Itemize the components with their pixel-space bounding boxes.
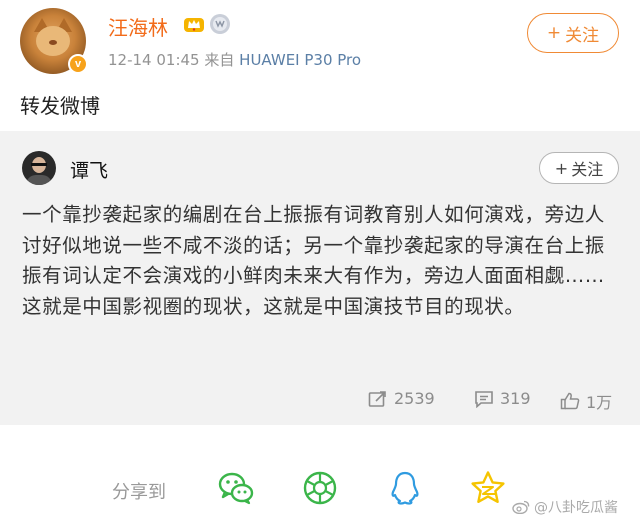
wechat-icon[interactable] [218, 470, 254, 506]
follow-label: 关注 [571, 160, 604, 179]
repost-count: 2539 [394, 389, 435, 408]
qq-icon[interactable] [387, 470, 423, 506]
like-button[interactable]: 1万 [560, 389, 612, 413]
forwarded-post-card[interactable]: 谭飞 + 关注 一个靠抄袭起家的编剧在台上振振有词教育别人如何演戏，旁边人讨好似… [0, 131, 640, 425]
repost-icon [368, 390, 386, 407]
original-follow-button[interactable]: + 关注 [539, 152, 619, 184]
original-author-name[interactable]: 谭飞 [70, 156, 108, 183]
medal-icon[interactable] [209, 13, 231, 35]
post-meta: 12-14 01:45 来自 HUAWEI P30 Pro [108, 49, 361, 70]
follow-button[interactable]: + 关注 [527, 13, 619, 53]
watermark: @八卦吃瓜酱 [512, 497, 618, 517]
like-count: 1万 [586, 393, 613, 412]
vip-crown-icon[interactable] [183, 15, 205, 33]
plus-icon: + [546, 23, 562, 43]
post-time: 12-14 01:45 [108, 51, 200, 69]
avatar-nose [49, 40, 57, 45]
from-label: 来自 [204, 51, 235, 69]
plus-icon: + [554, 158, 569, 178]
original-post-text: 一个靠抄袭起家的编剧在台上振振有词教育别人如何演戏，旁边人讨好似地说一些不咸不淡… [22, 203, 605, 318]
comment-button[interactable]: 319 [474, 389, 531, 408]
watermark-text: @八卦吃瓜酱 [534, 500, 618, 516]
author-name[interactable]: 汪海林 [108, 12, 168, 41]
post-source-device[interactable]: HUAWEI P30 Pro [239, 51, 361, 69]
qzone-icon[interactable] [470, 470, 506, 506]
post-text: 转发微博 [20, 94, 100, 118]
avatar-body [26, 175, 52, 185]
thumbs-up-icon [560, 392, 580, 410]
avatar-glasses [31, 163, 47, 166]
comment-count: 319 [500, 389, 531, 408]
verified-badge-icon: v [68, 54, 88, 74]
weibo-logo-icon [512, 500, 530, 514]
follow-label: 关注 [565, 25, 600, 46]
repost-button[interactable]: 2539 [368, 389, 435, 408]
moments-icon[interactable] [302, 470, 338, 506]
share-label: 分享到 [112, 482, 166, 503]
comment-icon [475, 390, 493, 408]
original-author-avatar[interactable] [22, 151, 56, 185]
